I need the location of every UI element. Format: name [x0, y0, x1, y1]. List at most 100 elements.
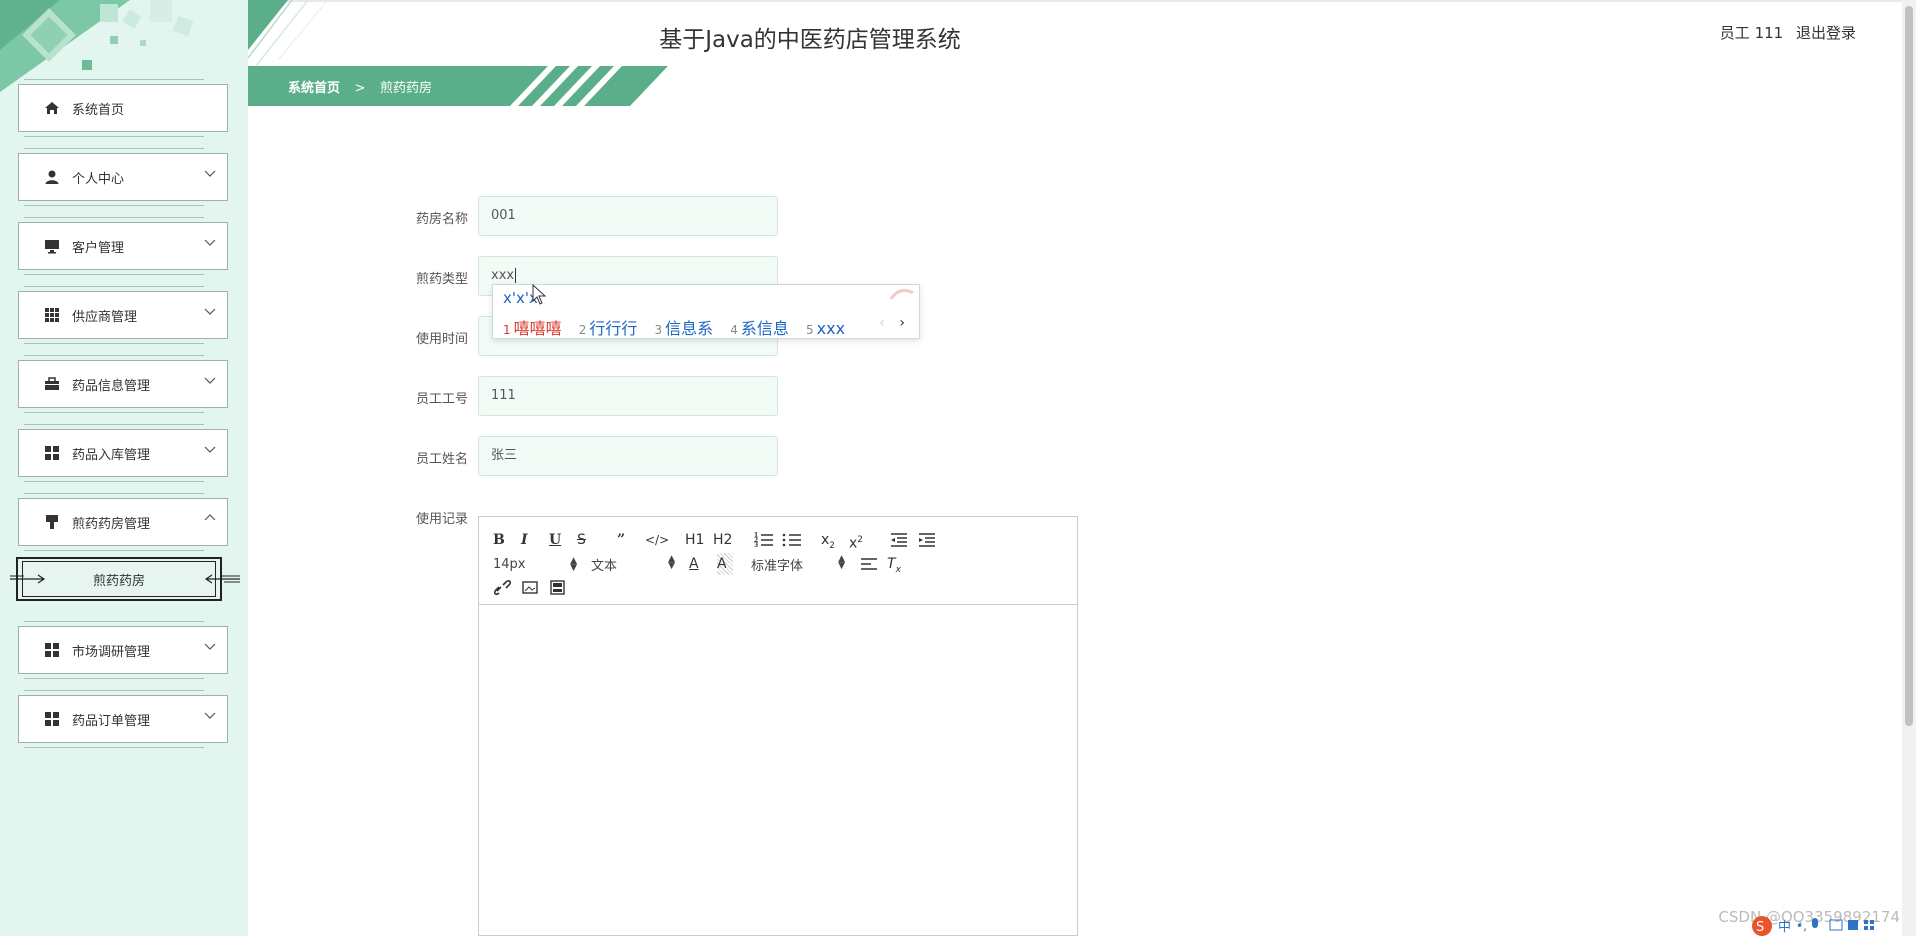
- sidebar-item-drug-stock-management[interactable]: 药品入库管理: [18, 424, 228, 482]
- staff-name-input[interactable]: 张三: [478, 436, 778, 476]
- sidebar-item-label: 药品信息管理: [72, 379, 151, 394]
- ime-prev-button[interactable]: ‹: [879, 315, 885, 331]
- svg-text:•,: •,: [1796, 919, 1807, 933]
- block-type-select[interactable]: 文本 ▲ ▼: [591, 554, 675, 574]
- sidebar-subitem-decoction-room[interactable]: 煎药药房: [10, 557, 240, 605]
- link-icon[interactable]: [493, 577, 521, 599]
- sidebar-item-label: 药品入库管理: [72, 448, 151, 463]
- use-record-label: 使用记录: [415, 512, 468, 527]
- use-time-label: 使用时间: [415, 332, 468, 347]
- select-arrows-icon: ▲ ▼: [570, 555, 577, 573]
- sidebar-menu: 系统首页 个人中心 客户管理 供应商管理 药品信息管理 药品入库管理 煎药药房管…: [10, 79, 240, 764]
- ime-next-button[interactable]: ›: [899, 315, 905, 331]
- chevron-down-icon: [204, 308, 216, 315]
- ime-candidate[interactable]: 3 信息系: [655, 319, 714, 338]
- ime-candidate[interactable]: 5 xxx: [806, 319, 845, 338]
- bold-button[interactable]: B: [493, 529, 521, 551]
- sidebar-item-label: 药品订单管理: [72, 714, 151, 729]
- chevron-down-icon: [204, 446, 216, 453]
- mouse-cursor-icon: [532, 284, 547, 305]
- breadcrumb-home[interactable]: 系统首页: [288, 81, 340, 96]
- sidebar-item-customer-management[interactable]: 客户管理: [18, 217, 228, 275]
- breadcrumb-current: 煎药药房: [379, 81, 432, 96]
- user-label: 员工 111: [1719, 24, 1784, 42]
- sidebar-item-label: 个人中心: [72, 172, 125, 187]
- staff-id-label: 员工工号: [415, 392, 468, 407]
- font-family-select[interactable]: 标准字体 ▲ ▼: [751, 554, 845, 574]
- grid4-icon: [45, 643, 59, 657]
- underline-button[interactable]: U: [549, 529, 577, 551]
- breadcrumb: 系统首页 > 煎药药房: [288, 77, 432, 96]
- sidebar-item-market-research-management[interactable]: 市场调研管理: [18, 621, 228, 679]
- sidebar-item-label: 供应商管理: [72, 310, 138, 325]
- chevron-down-icon: [204, 712, 216, 719]
- arrow-left-icon: [204, 574, 240, 584]
- ordered-list-icon[interactable]: 123: [753, 529, 781, 551]
- superscript-button[interactable]: x2: [849, 529, 877, 552]
- sidebar-item-drug-order-management[interactable]: 药品订单管理: [18, 690, 228, 748]
- pharmacy-name-label: 药房名称: [415, 212, 468, 227]
- image-icon[interactable]: [521, 577, 549, 599]
- sidebar-item-label: 市场调研管理: [72, 645, 151, 660]
- home-icon: [45, 102, 59, 114]
- font-size-select[interactable]: 14px ▲ ▼: [493, 556, 577, 572]
- sidebar-item-label: 煎药药房管理: [72, 517, 151, 532]
- clear-format-button[interactable]: Tx: [887, 553, 915, 575]
- sidebar: 系统首页 个人中心 客户管理 供应商管理 药品信息管理 药品入库管理 煎药药房管…: [0, 0, 248, 936]
- sidebar-item-personal-center[interactable]: 个人中心: [18, 148, 228, 206]
- code-block-button[interactable]: </>: [645, 529, 673, 551]
- chevron-up-icon: [204, 514, 216, 521]
- person-icon: [45, 170, 59, 184]
- breadcrumb-separator: >: [354, 81, 366, 96]
- sidebar-item-label: 客户管理: [72, 241, 125, 256]
- svg-text:3: 3: [754, 542, 758, 549]
- blockquote-button[interactable]: ”: [617, 529, 645, 551]
- grid-icon: [45, 308, 59, 322]
- pharmacy-name-input[interactable]: 001: [478, 196, 778, 236]
- ime-candidates: 1 嘻嘻嘻 2 行行行 3 信息系 4 系信息 5 xxx: [503, 315, 857, 339]
- background-color-button[interactable]: A: [717, 553, 733, 575]
- app-title: 基于Java的中医药店管理系统: [659, 27, 961, 53]
- svg-text:S: S: [1756, 920, 1764, 935]
- decoction-type-label: 煎药类型: [415, 272, 468, 287]
- page-scrollbar[interactable]: [1902, 0, 1916, 936]
- chevron-down-icon: [204, 170, 216, 177]
- text-color-button[interactable]: A: [689, 553, 717, 575]
- logout-button[interactable]: 退出登录: [1796, 24, 1856, 42]
- editor-toolbar: B I U S ” </> H1 H2 123 x2 x2 14px ▲ ▼ 文本 ▲…: [479, 517, 1077, 605]
- ime-candidate[interactable]: 4 系信息: [730, 319, 789, 338]
- ime-candidate[interactable]: 2 行行行: [579, 319, 638, 338]
- select-arrows-icon: ▲ ▼: [668, 553, 675, 571]
- chevron-down-icon: [204, 377, 216, 384]
- chevron-down-icon: [204, 239, 216, 246]
- ime-candidate[interactable]: 1 嘻嘻嘻: [503, 319, 562, 338]
- user-area: 员工 111 退出登录: [1712, 22, 1856, 43]
- ime-pager: ‹ ›: [879, 315, 905, 331]
- text-caret: [515, 268, 517, 283]
- ime-status-tray: S 中 •,: [1752, 916, 1874, 936]
- sidebar-item-drug-info-management[interactable]: 药品信息管理: [18, 355, 228, 413]
- sidebar-item-label: 系统首页: [72, 103, 125, 118]
- heading2-button[interactable]: H2: [713, 529, 741, 551]
- indent-icon[interactable]: [917, 529, 945, 551]
- subscript-button[interactable]: x2: [821, 529, 849, 551]
- editor-content-area[interactable]: [479, 605, 1077, 935]
- ime-candidate-popup: x'x'x 1 嘻嘻嘻 2 行行行 3 信息系 4 系信息 5 xxx ‹ ›: [492, 284, 920, 339]
- monitor-icon: [45, 240, 59, 254]
- italic-button[interactable]: I: [521, 529, 549, 551]
- outdent-icon[interactable]: [889, 529, 917, 551]
- bullet-list-icon[interactable]: [781, 529, 809, 551]
- video-icon[interactable]: [549, 577, 577, 599]
- rich-text-editor: B I U S ” </> H1 H2 123 x2 x2 14px ▲ ▼ 文本 ▲…: [478, 516, 1078, 936]
- top-bar: [248, 0, 1916, 60]
- header-decoration: [248, 0, 329, 66]
- staff-id-input[interactable]: 111: [478, 376, 778, 416]
- align-left-icon[interactable]: [859, 553, 887, 575]
- strikethrough-button[interactable]: S: [577, 529, 605, 551]
- briefcase-icon: [45, 377, 59, 390]
- sidebar-item-supplier-management[interactable]: 供应商管理: [18, 286, 228, 344]
- sidebar-item-home[interactable]: 系统首页: [18, 79, 228, 137]
- sidebar-item-decoction-room-management[interactable]: 煎药药房管理: [18, 493, 228, 551]
- heading1-button[interactable]: H1: [685, 529, 713, 551]
- scrollbar-thumb[interactable]: [1905, 6, 1913, 726]
